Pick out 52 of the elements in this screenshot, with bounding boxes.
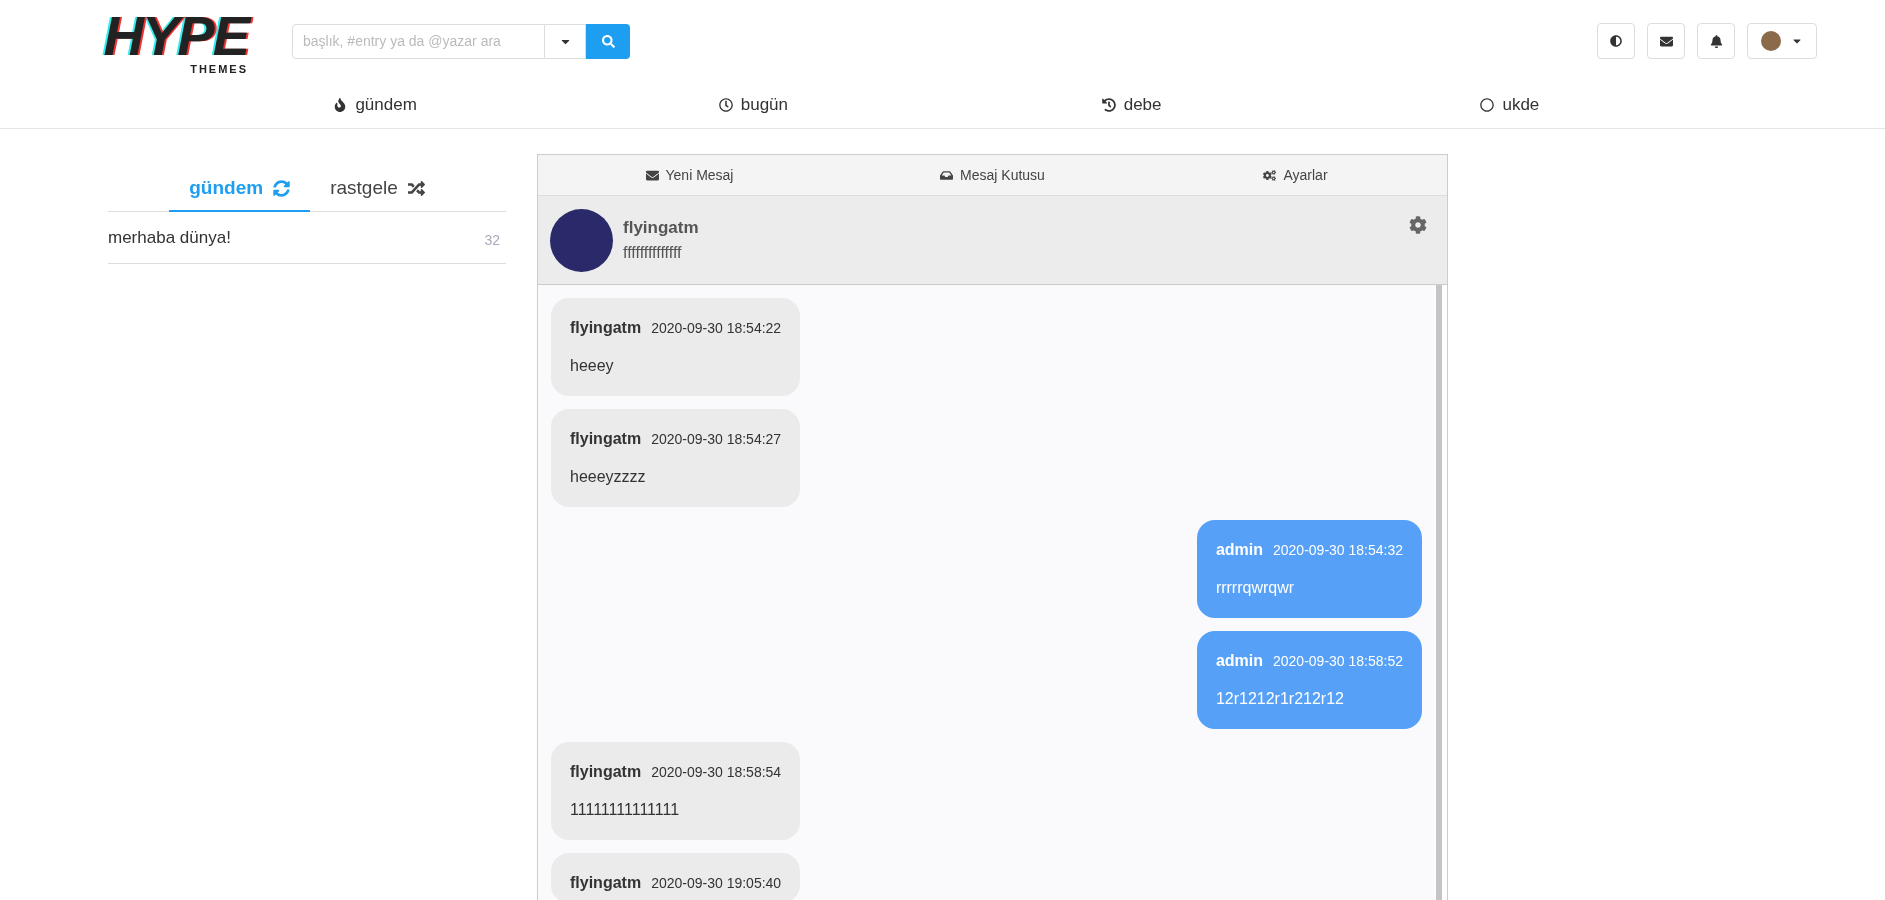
envelope-icon	[645, 168, 659, 182]
search-field[interactable]: başlık, #entry ya da @yazar ara	[292, 23, 545, 59]
message-text: heeey	[570, 356, 615, 376]
topic-count: 32	[484, 231, 500, 250]
nav-link[interactable]: debe	[942, 82, 1321, 128]
message-time: 2020-09-30 18:54:22	[651, 319, 782, 338]
envelope-icon	[1659, 34, 1673, 48]
settings-button[interactable]	[1409, 216, 1427, 234]
message-author: admin	[1215, 651, 1263, 671]
message-tab[interactable]: Yeni Mesaj	[538, 155, 841, 195]
message-text: heeeyzzzz	[570, 467, 647, 487]
history-icon	[1101, 98, 1116, 112]
refresh-icon	[273, 179, 291, 197]
message-time: 2020-09-30 18:54:32	[1273, 541, 1403, 560]
contact-status: ffffffffffffff	[623, 242, 683, 263]
notifications-button[interactable]	[1697, 23, 1735, 59]
inbox-icon	[940, 168, 954, 182]
flame-icon	[333, 98, 348, 112]
settings-icon	[1409, 216, 1427, 234]
shuffle-icon	[407, 179, 425, 197]
message-author: flyingatm	[570, 762, 642, 782]
message-text: rrrrrqwrqwr	[1215, 578, 1296, 598]
contact-name: flyingatm	[623, 217, 699, 240]
message-text: 12r1212r1r212r12	[1215, 689, 1345, 709]
messages-button[interactable]	[1647, 23, 1685, 59]
clock-icon	[718, 98, 733, 112]
topic-item[interactable]: merhaba dünya! 32	[108, 212, 506, 264]
message-author: flyingatm	[570, 873, 642, 893]
nav-link[interactable]: bugün	[564, 82, 943, 128]
nav-link[interactable]: gündem	[186, 82, 565, 128]
message-time: 2020-09-30 18:58:52	[1273, 652, 1403, 671]
search-icon	[601, 34, 615, 48]
message-author: flyingatm	[570, 429, 642, 449]
nav-link[interactable]: ukde	[1320, 82, 1699, 128]
sidebar-tab[interactable]: rastgele	[310, 166, 445, 212]
gears-icon	[1263, 168, 1277, 182]
bell-icon	[1709, 34, 1723, 48]
message-tab[interactable]: Mesaj Kutusu	[841, 155, 1144, 195]
message-time: 2020-09-30 18:54:27	[651, 430, 782, 449]
message-tab[interactable]: Ayarlar	[1144, 155, 1447, 195]
message-author: admin	[1215, 540, 1263, 560]
search-button[interactable]	[586, 23, 630, 59]
avatar-icon	[1761, 31, 1781, 51]
contrast-icon	[1610, 35, 1622, 47]
topic-title: merhaba dünya!	[108, 226, 231, 249]
message-text: 11111111111111	[570, 800, 681, 820]
message-author: flyingatm	[570, 318, 642, 338]
message-time: 2020-09-30 18:58:54	[651, 763, 782, 782]
profile-menu-button[interactable]	[1747, 23, 1817, 59]
logo-subtitle: THEMES	[190, 63, 248, 75]
message-time: 2020-09-30 19:05:40	[651, 874, 782, 893]
theme-toggle-button[interactable]	[1597, 23, 1635, 59]
